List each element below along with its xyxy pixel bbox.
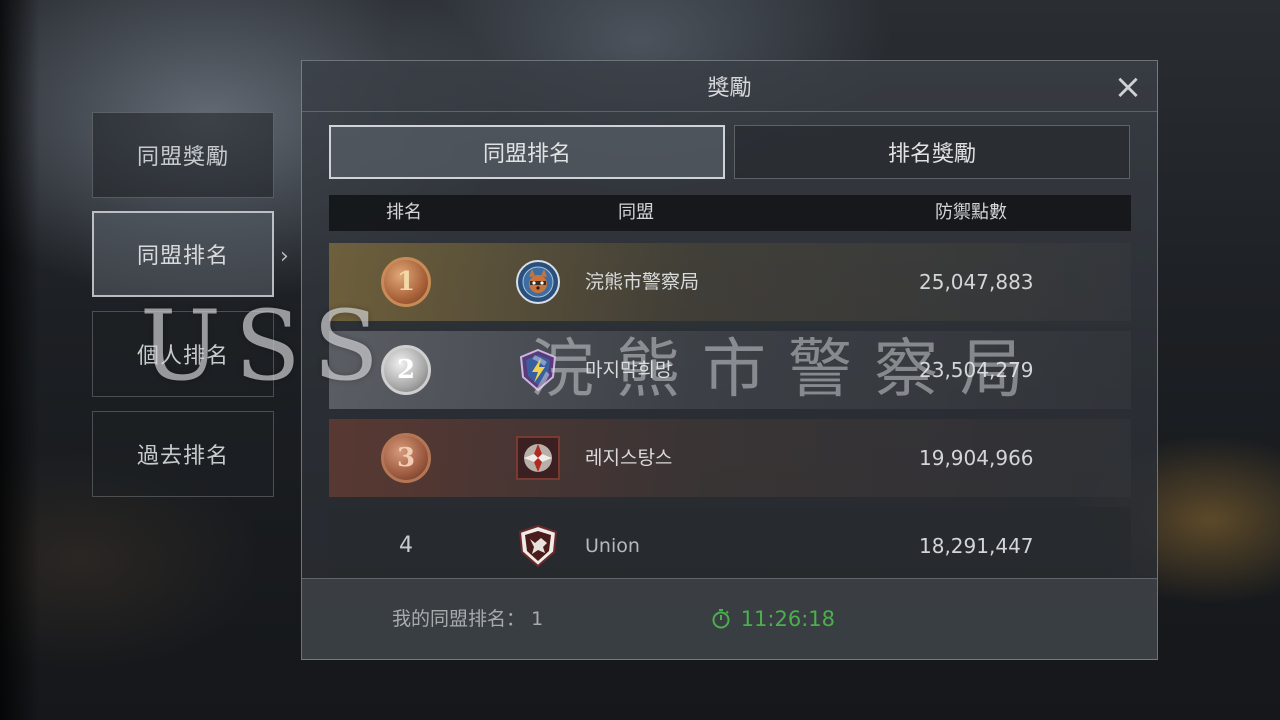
close-icon[interactable]: × bbox=[1113, 70, 1143, 104]
title-divider bbox=[302, 111, 1157, 112]
rank-value: 3 bbox=[396, 443, 416, 473]
bronze-medal-icon: 3 bbox=[381, 433, 431, 483]
tab-label: 排名獎勵 bbox=[887, 142, 976, 167]
my-alliance-rank: 我的同盟排名： 1 bbox=[392, 579, 543, 659]
alliance-name: 레지스탕스 bbox=[585, 447, 673, 469]
chevron-right-icon: › bbox=[280, 244, 289, 269]
countdown-timer: 11:26:18 bbox=[712, 579, 835, 659]
side-tab-label: 同盟獎勵 bbox=[136, 145, 229, 170]
alliance-name: Union bbox=[585, 535, 640, 557]
panel-title: 獎勵 bbox=[707, 76, 752, 101]
tab-label: 同盟排名 bbox=[482, 142, 571, 167]
column-header-alliance: 同盟 bbox=[618, 202, 654, 223]
side-tab-label: 過去排名 bbox=[136, 444, 229, 469]
tab-alliance-ranking[interactable]: 同盟排名 bbox=[329, 125, 725, 179]
background-shade bbox=[0, 0, 40, 720]
table-row[interactable]: 4 Union 18,291,447 bbox=[329, 507, 1131, 585]
rank-value: 1 bbox=[396, 267, 416, 297]
table-header: 排名 同盟 防禦點數 bbox=[329, 195, 1131, 231]
side-tab-label: 同盟排名 bbox=[136, 244, 229, 269]
panel-footer: 我的同盟排名： 1 11:26:18 bbox=[302, 578, 1157, 659]
watermark-cjk-text: 浣熊市警察局 bbox=[530, 333, 1046, 407]
umbrella-crest-icon bbox=[515, 435, 561, 481]
defense-points: 19,904,966 bbox=[919, 446, 1034, 470]
defense-points: 18,291,447 bbox=[919, 534, 1034, 558]
table-row[interactable]: 3 레지스탕스 19,904,966 bbox=[329, 419, 1131, 497]
raccoon-badge-icon bbox=[515, 259, 561, 305]
timer-value: 11:26:18 bbox=[740, 607, 836, 631]
column-header-rank: 排名 bbox=[386, 202, 422, 223]
alliance-name: 浣熊市警察局 bbox=[585, 271, 700, 293]
side-tab-past-ranking[interactable]: 過去排名 bbox=[92, 411, 274, 497]
stopwatch-icon bbox=[712, 609, 730, 629]
rank-value: 2 bbox=[396, 355, 416, 385]
watermark-text: USS bbox=[140, 290, 393, 402]
tab-ranking-rewards[interactable]: 排名獎勵 bbox=[734, 125, 1130, 179]
side-tab-alliance-rewards[interactable]: 同盟獎勵 bbox=[92, 112, 274, 198]
my-rank-label: 我的同盟排名： bbox=[392, 608, 526, 630]
my-rank-value: 1 bbox=[531, 608, 544, 630]
side-tab-alliance-ranking[interactable]: 同盟排名 bbox=[92, 211, 274, 297]
rank-value: 4 bbox=[399, 533, 413, 558]
table-row[interactable]: 1 浣熊市警察局 25,047,883 bbox=[329, 243, 1131, 321]
wolf-shield-icon bbox=[515, 523, 561, 569]
defense-points: 25,047,883 bbox=[919, 270, 1034, 294]
column-header-points: 防禦點數 bbox=[935, 202, 1007, 223]
